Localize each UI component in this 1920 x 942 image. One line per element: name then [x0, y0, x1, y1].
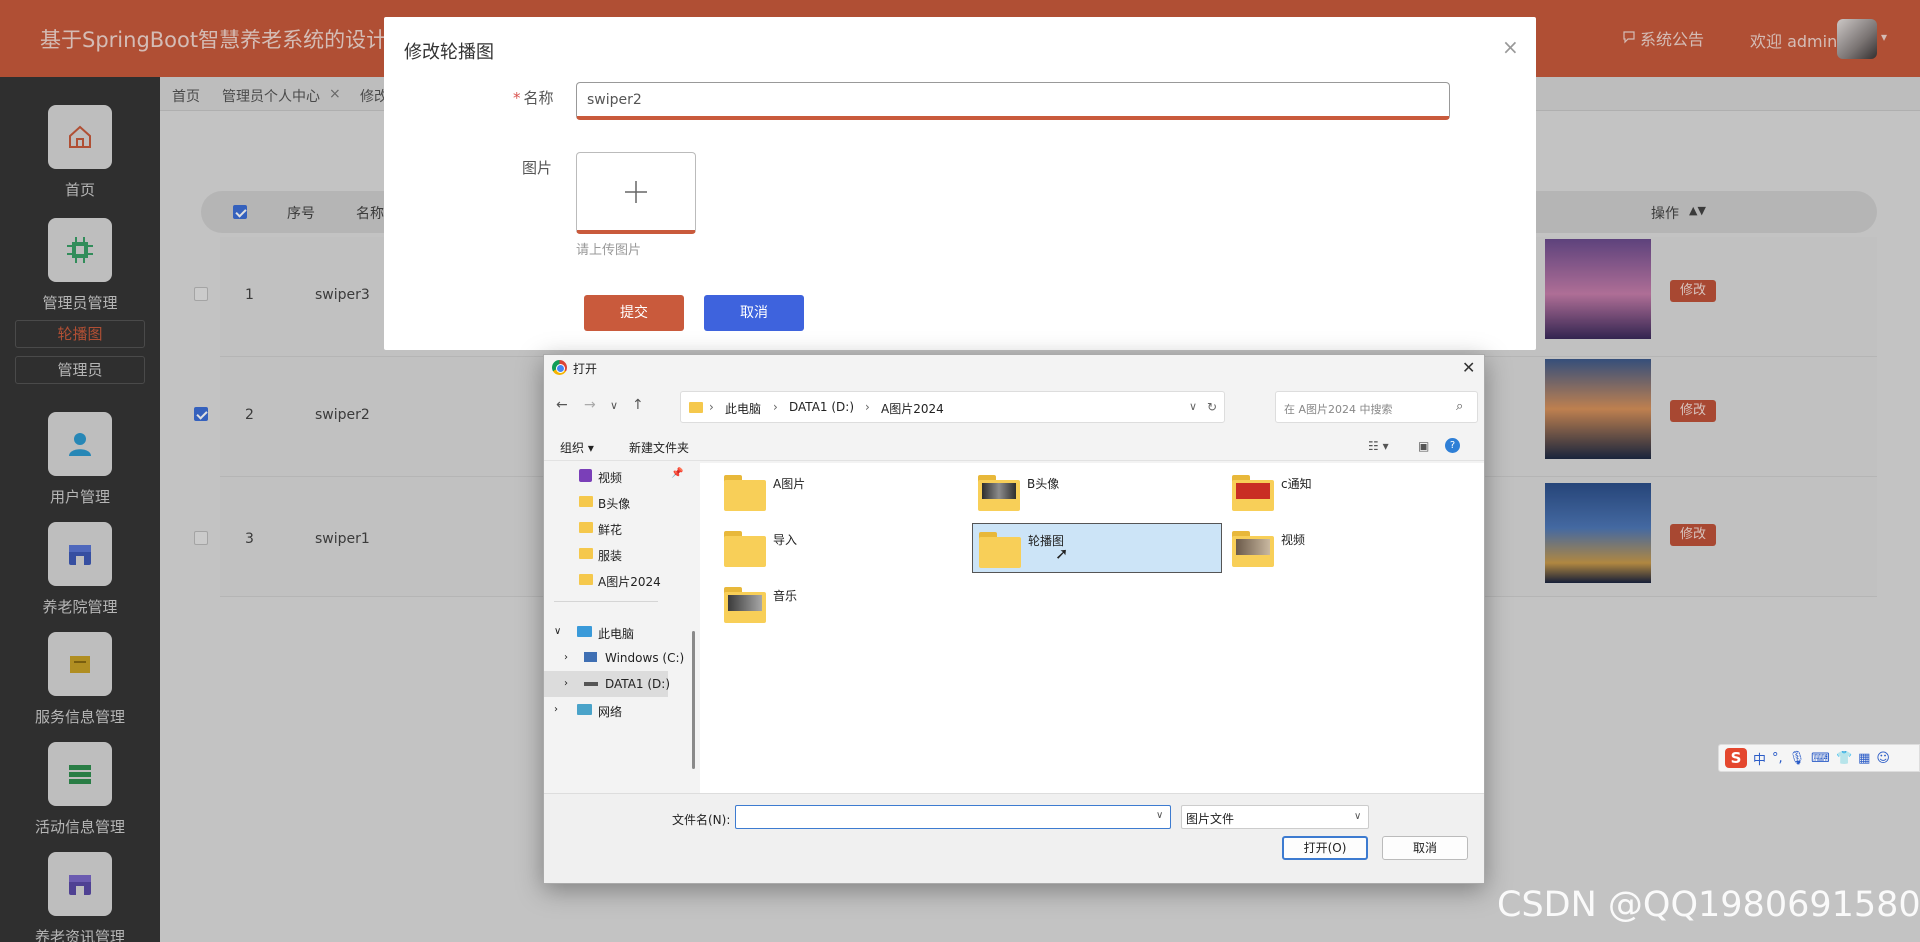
chrome-icon [552, 360, 567, 375]
chevron-right-icon: › [554, 704, 558, 715]
address-segment[interactable]: 此电脑 [725, 400, 761, 417]
microphone-icon[interactable]: 🎙 [1789, 751, 1806, 766]
search-placeholder: 在 A图片2024 中搜索 [1284, 403, 1393, 416]
ime-toolbar[interactable]: S 中 °, 🎙 ⌨ 👕 ▦ ☺ [1718, 744, 1920, 772]
nav-divider [554, 601, 658, 602]
nav-item-folder[interactable]: 鲜花 [544, 515, 668, 541]
address-segment[interactable]: DATA1 (D:) [789, 400, 854, 414]
folder-icon [579, 548, 593, 559]
dialog-title: 打开 [573, 362, 598, 376]
watermark: CSDN @QQ1980691580 [1497, 885, 1920, 925]
folder-icon [724, 587, 766, 623]
folder-tile-selected[interactable]: 轮播图 ➚ [972, 523, 1222, 573]
folder-icon [1232, 531, 1274, 567]
video-icon [579, 469, 592, 482]
folder-tile[interactable]: B头像 [972, 467, 1222, 517]
address-segment[interactable]: A图片2024 [881, 400, 944, 417]
navigation-pane: 视频 📌 B头像 鲜花 服装 A图片2024 ∨ 此电脑 › Windows (… [544, 463, 684, 793]
ime-lang-label[interactable]: 中 [1753, 749, 1766, 768]
folder-icon [579, 574, 593, 585]
folder-icon [724, 475, 766, 511]
folder-tile[interactable]: 音乐 [718, 579, 968, 629]
recent-locations-chevron-icon[interactable]: ∨ [610, 399, 618, 412]
view-options-icon[interactable]: ☷ ▾ [1368, 439, 1389, 453]
filetype-select[interactable]: 图片文件 ∨ [1181, 805, 1369, 829]
nav-item-drive-d[interactable]: › DATA1 (D:) [544, 671, 670, 697]
plus-icon [625, 180, 647, 203]
folder-tile[interactable]: 视频 [1226, 523, 1476, 573]
windows-drive-icon [584, 652, 597, 662]
dialog-cancel-button[interactable]: 取消 [1382, 836, 1468, 860]
folder-icon [978, 475, 1020, 511]
chevron-down-icon: ∨ [1354, 811, 1362, 822]
navigation-row: ← → ∨ ↑ › 此电脑 › DATA1 (D:) › A图片2024 ∨ ↻… [544, 385, 1484, 427]
address-dropdown-icon[interactable]: ∨ [1189, 400, 1197, 413]
address-bar[interactable]: › 此电脑 › DATA1 (D:) › A图片2024 ∨ ↻ [680, 391, 1225, 423]
chevron-right-icon: › [564, 678, 568, 689]
forward-arrow-icon[interactable]: → [584, 397, 596, 413]
submit-button[interactable]: 提交 [584, 295, 684, 331]
edit-carousel-modal: 修改轮播图 × *名称 图片 请上传图片 提交 取消 [384, 17, 1536, 350]
image-upload-button[interactable] [576, 152, 696, 234]
sogou-logo-icon: S [1725, 748, 1747, 768]
nav-scrollbar[interactable] [692, 631, 695, 769]
folder-icon [724, 531, 766, 567]
open-button[interactable]: 打开(O) [1282, 836, 1368, 860]
folder-icon [979, 532, 1021, 568]
modal-title: 修改轮播图 [404, 42, 494, 63]
nav-item-videos[interactable]: 视频 📌 [544, 463, 683, 489]
organize-menu[interactable]: 组织 ▾ [560, 439, 594, 456]
network-icon [577, 704, 592, 715]
cancel-button[interactable]: 取消 [704, 295, 804, 331]
folder-tile[interactable]: A图片 [718, 467, 968, 517]
folder-tile[interactable]: c通知 [1226, 467, 1476, 517]
back-arrow-icon[interactable]: ← [556, 397, 568, 413]
dialog-toolbar: 组织 ▾ 新建文件夹 ☷ ▾ ▣ ? [544, 431, 1484, 461]
computer-icon [577, 626, 592, 637]
skin-icon[interactable]: 👕 [1836, 751, 1852, 766]
punctuation-icon[interactable]: °, [1772, 751, 1783, 766]
upload-hint: 请上传图片 [576, 243, 642, 258]
toolbox-icon[interactable]: ▦ [1858, 751, 1870, 766]
folder-icon [689, 402, 703, 413]
nav-item-folder[interactable]: A图片2024 [544, 567, 668, 593]
image-label: 图片 [522, 159, 553, 177]
up-arrow-icon[interactable]: ↑ [632, 397, 644, 413]
file-open-dialog: 打开 ✕ ← → ∨ ↑ › 此电脑 › DATA1 (D:) › A图片202… [543, 354, 1485, 884]
nav-item-drive-c[interactable]: › Windows (C:) [544, 645, 684, 671]
close-icon[interactable]: × [1502, 35, 1519, 59]
file-list: A图片 B头像 c通知 导入 轮播图 ➚ 视频 音乐 [700, 463, 1484, 793]
preview-pane-icon[interactable]: ▣ [1418, 439, 1429, 453]
folder-icon [579, 522, 593, 533]
new-folder-button[interactable]: 新建文件夹 [629, 439, 689, 456]
chevron-down-icon[interactable]: ∨ [1156, 810, 1163, 821]
help-icon[interactable]: ? [1445, 438, 1460, 453]
drive-icon [584, 682, 598, 686]
chevron-right-icon: › [564, 652, 568, 663]
dialog-footer: 文件名(N): ∨ 图片文件 ∨ 打开(O) 取消 [544, 793, 1484, 883]
dialog-titlebar: 打开 ✕ [544, 355, 1484, 381]
folder-icon [579, 496, 593, 507]
mouse-cursor-icon: ➚ [1055, 544, 1069, 563]
refresh-icon[interactable]: ↻ [1207, 400, 1217, 414]
keyboard-icon[interactable]: ⌨ [1811, 751, 1830, 766]
chevron-down-icon: ∨ [554, 626, 562, 637]
pin-icon: 📌 [671, 468, 684, 479]
search-input[interactable]: 在 A图片2024 中搜索 ⌕ [1275, 391, 1478, 423]
search-icon: ⌕ [1456, 399, 1464, 414]
close-icon[interactable]: ✕ [1462, 358, 1475, 377]
nav-item-this-pc[interactable]: ∨ 此电脑 [544, 619, 668, 645]
folder-tile[interactable]: 导入 [718, 523, 968, 573]
filename-label: 文件名(N): [672, 813, 731, 827]
nav-item-folder[interactable]: B头像 [544, 489, 668, 515]
nav-item-network[interactable]: › 网络 [544, 697, 668, 723]
nav-item-folder[interactable]: 服装 [544, 541, 668, 567]
filename-input[interactable]: ∨ [735, 805, 1171, 829]
name-input[interactable] [576, 82, 1450, 120]
folder-icon [1232, 475, 1274, 511]
mascot-icon[interactable]: ☺ [1876, 751, 1890, 766]
name-label: * 名称 [513, 89, 554, 107]
